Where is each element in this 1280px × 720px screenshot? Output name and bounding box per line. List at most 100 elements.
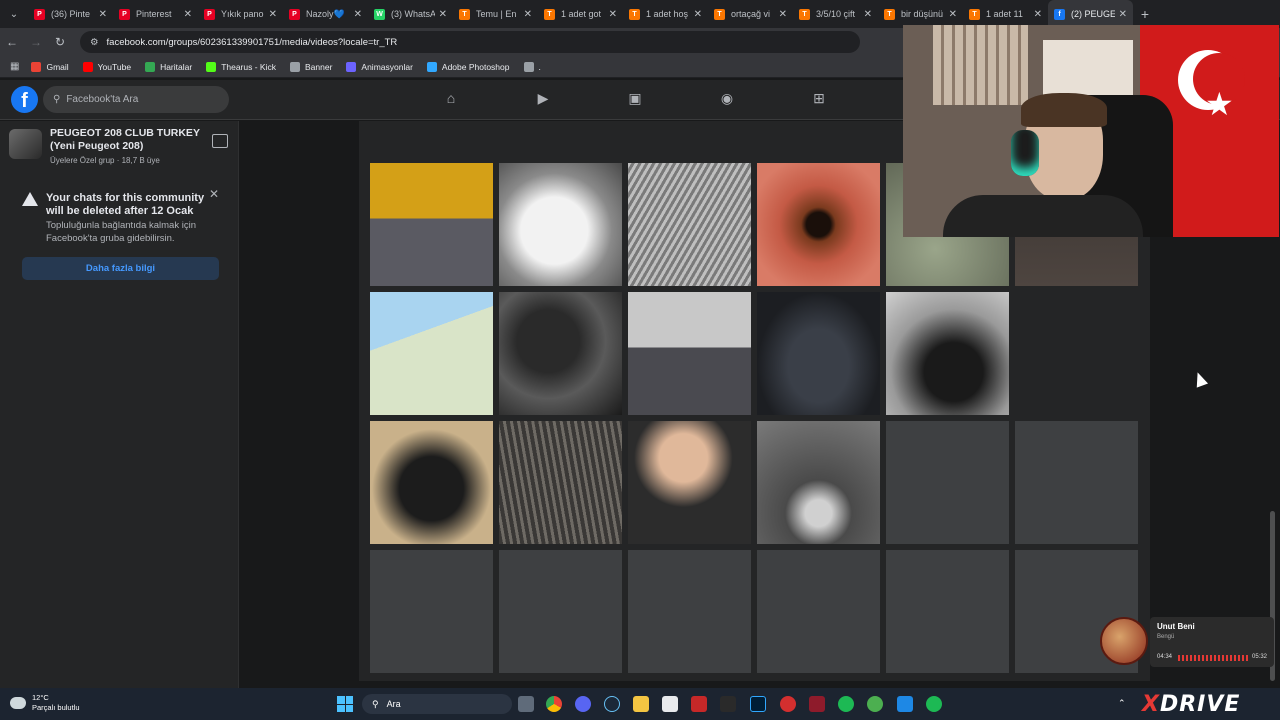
file-explorer-icon[interactable] xyxy=(633,696,649,712)
browser-tab[interactable]: T Temu | En ✕ xyxy=(453,0,538,28)
app-icon[interactable] xyxy=(897,696,913,712)
video-icon[interactable]: ▶ xyxy=(533,90,553,110)
browser-tab[interactable]: T 3/5/10 çift ✕ xyxy=(793,0,878,28)
media-tile[interactable] xyxy=(499,292,622,415)
learn-more-button[interactable]: Daha fazla bilgi xyxy=(22,257,219,280)
bookmark-label: Gmail xyxy=(46,61,69,72)
close-tab-icon[interactable]: ✕ xyxy=(609,9,617,20)
epic-games-icon[interactable] xyxy=(720,696,736,712)
bookmark-item[interactable]: Banner xyxy=(289,61,332,72)
spotify-icon[interactable] xyxy=(926,696,942,712)
tab-favicon-icon: P xyxy=(289,8,300,20)
close-tab-icon[interactable]: ✕ xyxy=(524,9,532,20)
media-tile[interactable] xyxy=(499,163,622,286)
app-icon[interactable] xyxy=(867,696,883,712)
facebook-logo[interactable]: f xyxy=(11,86,38,113)
tab-title: Nazoly💙 xyxy=(306,8,345,19)
facebook-logo-glyph: f xyxy=(21,90,28,112)
sidebar-toggle-icon[interactable] xyxy=(212,134,228,148)
bookmark-item[interactable]: Haritalar xyxy=(145,61,192,72)
group-cover-thumbnail[interactable] xyxy=(9,129,42,159)
home-icon[interactable]: ⌂ xyxy=(441,90,461,110)
tab-favicon-icon: P xyxy=(204,8,215,20)
browser-tab[interactable]: W (3) WhatsA ✕ xyxy=(368,0,453,28)
browser-tab[interactable]: P Yıkık pano ✕ xyxy=(198,0,283,28)
browser-tab[interactable]: Tortaçağ vi ✕ xyxy=(708,0,793,28)
discord-icon[interactable] xyxy=(575,696,591,712)
track-title: Unut Beni xyxy=(1157,622,1195,631)
media-tile[interactable] xyxy=(886,292,1009,415)
close-tab-icon[interactable]: ✕ xyxy=(184,9,192,20)
media-tile[interactable] xyxy=(628,292,751,415)
browser-tab[interactable]: T 1 adet hoş ✕ xyxy=(623,0,708,28)
capture-icon[interactable] xyxy=(662,696,678,712)
media-tile[interactable] xyxy=(370,292,493,415)
tray-chevron-icon[interactable]: ⌃ xyxy=(1118,698,1126,709)
media-tile[interactable] xyxy=(628,163,751,286)
weather-widget[interactable]: 12°C Parçalı bulutlu xyxy=(10,693,80,713)
flag-star-icon: ★ xyxy=(1205,86,1234,122)
bookmark-label: Thearus - Kick xyxy=(221,61,276,72)
media-tile[interactable] xyxy=(370,421,493,544)
tab-title: Yıkık pano xyxy=(221,9,264,19)
media-tile[interactable] xyxy=(370,163,493,286)
bookmark-item[interactable]: Animasyonlar xyxy=(346,61,413,72)
browser-tab[interactable]: T 1 adet got ✕ xyxy=(538,0,623,28)
bookmark-label: YouTube xyxy=(97,61,132,72)
bookmark-item[interactable]: Gmail xyxy=(31,61,69,72)
groups-icon[interactable]: ◉ xyxy=(717,90,737,110)
reload-icon[interactable]: ↻ xyxy=(48,35,72,49)
photoshop-icon[interactable] xyxy=(750,696,766,712)
task-view-icon[interactable] xyxy=(518,696,534,712)
bookmark-item[interactable]: Adobe Photoshop xyxy=(426,61,510,72)
media-tile[interactable] xyxy=(757,292,880,415)
streamer-body xyxy=(943,195,1143,237)
close-tab-icon[interactable]: ✕ xyxy=(1034,9,1042,20)
browser-tab[interactable]: f (2) PEUGE ✕ xyxy=(1048,0,1133,28)
steam-icon[interactable] xyxy=(604,696,620,712)
marketplace-icon[interactable]: ▣ xyxy=(625,90,645,110)
gaming-icon[interactable]: ⊞ xyxy=(809,90,829,110)
browser-tab[interactable]: P (36) Pinte ✕ xyxy=(28,0,113,28)
bookmark-item[interactable]: . xyxy=(523,61,541,72)
track-artist: Bengü xyxy=(1157,634,1175,640)
new-tab-button[interactable]: + xyxy=(1133,6,1157,22)
close-tab-icon[interactable]: ✕ xyxy=(99,9,107,20)
forward-icon[interactable]: → xyxy=(24,35,48,49)
media-tile[interactable] xyxy=(628,421,751,544)
taskbar-search[interactable]: ⚲ Ara xyxy=(362,694,512,714)
close-tab-icon[interactable]: ✕ xyxy=(354,9,362,20)
search-placeholder: Facebook'ta Ara xyxy=(66,94,139,105)
close-tab-icon[interactable]: ✕ xyxy=(694,9,702,20)
close-tab-icon[interactable]: ✕ xyxy=(1119,9,1127,20)
back-icon[interactable]: ← xyxy=(0,35,24,49)
apps-icon[interactable]: ▦ xyxy=(10,61,19,72)
close-tab-icon[interactable]: ✕ xyxy=(779,9,787,20)
media-tile[interactable] xyxy=(499,421,622,544)
tab-search-icon[interactable]: ⌄ xyxy=(0,0,28,28)
bookmark-favicon-icon xyxy=(82,61,93,72)
close-tab-icon[interactable]: ✕ xyxy=(864,9,872,20)
bookmark-item[interactable]: Thearus - Kick xyxy=(206,61,276,72)
url-text: facebook.com/groups/602361339901751/medi… xyxy=(106,36,398,48)
windows-start-icon[interactable] xyxy=(337,696,353,712)
url-field[interactable]: ⚙ facebook.com/groups/602361339901751/me… xyxy=(80,31,860,53)
media-tile[interactable] xyxy=(757,163,880,286)
media-tile[interactable] xyxy=(757,421,880,544)
browser-tab[interactable]: P Nazoly💙 ✕ xyxy=(283,0,368,28)
spotify-icon[interactable] xyxy=(838,696,854,712)
group-name[interactable]: PEUGEOT 208 CLUB TURKEY (Yeni Peugeot 20… xyxy=(50,127,200,153)
record-icon[interactable] xyxy=(780,696,796,712)
browser-tab[interactable]: P Pinterest ✕ xyxy=(113,0,198,28)
app-icon[interactable] xyxy=(691,696,707,712)
bookmark-item[interactable]: YouTube xyxy=(82,61,132,72)
chrome-icon[interactable] xyxy=(546,696,562,712)
browser-tab[interactable]: T 1 adet 11 ✕ xyxy=(963,0,1048,28)
facebook-search-input[interactable]: ⚲ Facebook'ta Ara xyxy=(43,86,229,113)
close-tab-icon[interactable]: ✕ xyxy=(439,9,447,20)
close-tab-icon[interactable]: ✕ xyxy=(269,9,277,20)
close-tab-icon[interactable]: ✕ xyxy=(949,9,957,20)
app-icon[interactable] xyxy=(809,696,825,712)
site-info-icon[interactable]: ⚙ xyxy=(90,37,99,48)
browser-tab[interactable]: Tbir düşünü ✕ xyxy=(878,0,963,28)
